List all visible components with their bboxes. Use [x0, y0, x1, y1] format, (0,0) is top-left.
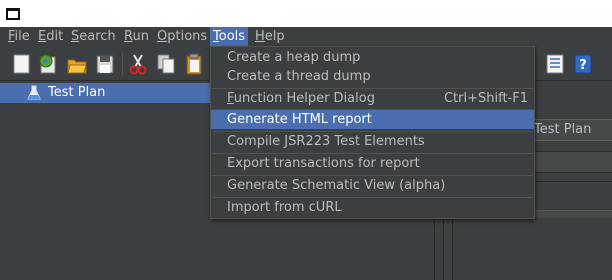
toolbar-separator: [122, 53, 123, 75]
menu-help-label: elp: [264, 29, 285, 44]
paste-icon[interactable]: [184, 53, 204, 75]
templates-icon[interactable]: [38, 53, 58, 75]
menu-item-label-rest: unction Helper Dialog: [233, 91, 375, 106]
menu-options[interactable]: Options: [154, 27, 210, 47]
new-icon[interactable]: [12, 53, 32, 75]
menu-search-label: earch: [79, 29, 116, 44]
menu-edit[interactable]: Edit: [35, 27, 66, 47]
menu-item-compile-jsr223[interactable]: Compile JSR223 Test Elements: [211, 132, 534, 151]
menu-file-label: ile: [14, 29, 30, 44]
help-icon[interactable]: ?: [573, 53, 593, 75]
menu-item-generate-html-report[interactable]: Generate HTML report: [211, 110, 534, 129]
function-helper-icon[interactable]: [545, 53, 565, 75]
menu-search[interactable]: Search: [68, 27, 119, 47]
menu-item-label: Create a heap dump: [227, 50, 361, 65]
menubar: File Edit Search Run Options Tools Help: [0, 27, 612, 47]
cut-icon[interactable]: [128, 53, 148, 75]
menu-run-label: un: [132, 29, 149, 44]
menu-item-export-transactions[interactable]: Export transactions for report: [211, 154, 534, 173]
save-icon[interactable]: [95, 53, 115, 75]
menu-item-label: Compile JSR223 Test Elements: [227, 134, 425, 149]
tree-node-label: Test Plan: [48, 85, 106, 100]
tools-menu-dropdown: Create a heap dump Create a thread dump …: [210, 46, 535, 219]
menu-tools[interactable]: Tools: [210, 27, 249, 47]
copy-icon[interactable]: [156, 53, 176, 75]
menu-item-label: Export transactions for report: [227, 156, 420, 171]
menu-run[interactable]: Run: [121, 27, 152, 47]
menu-item-create-heap-dump[interactable]: Create a heap dump: [211, 48, 534, 67]
menu-item-label: Generate Schematic View (alpha): [227, 178, 446, 193]
menu-item-create-thread-dump[interactable]: Create a thread dump: [211, 67, 534, 86]
menu-file[interactable]: File: [5, 27, 33, 47]
name-field-value: Test Plan: [534, 122, 592, 137]
menu-options-mnemonic: O: [157, 29, 168, 44]
menu-item-label: Function Helper Dialog: [227, 90, 375, 107]
menu-help-mnemonic: H: [255, 29, 265, 44]
menu-tools-label: ools: [218, 29, 246, 44]
menu-item-generate-schematic-view[interactable]: Generate Schematic View (alpha): [211, 176, 534, 195]
open-icon[interactable]: [67, 53, 87, 75]
menu-edit-mnemonic: E: [38, 29, 47, 44]
menu-edit-label: dit: [46, 29, 64, 44]
menu-item-import-from-curl[interactable]: Import from cURL: [211, 198, 534, 217]
menu-item-label: Create a thread dump: [227, 69, 371, 84]
menu-item-label: Import from cURL: [227, 200, 342, 215]
menu-item-mnemonic: F: [227, 91, 234, 106]
flask-icon: [27, 85, 41, 100]
menu-item-shortcut: Ctrl+Shift-F1: [443, 91, 528, 106]
window-icon: [6, 8, 20, 20]
menu-item-label: Generate HTML report: [227, 112, 372, 127]
svg-text:?: ?: [579, 58, 587, 73]
menu-help[interactable]: Help: [252, 27, 288, 47]
menu-item-function-helper-dialog[interactable]: Function Helper Dialog Ctrl+Shift-F1: [211, 89, 534, 108]
window-titlebar: [0, 0, 612, 27]
menu-options-label: ptions: [167, 29, 208, 44]
